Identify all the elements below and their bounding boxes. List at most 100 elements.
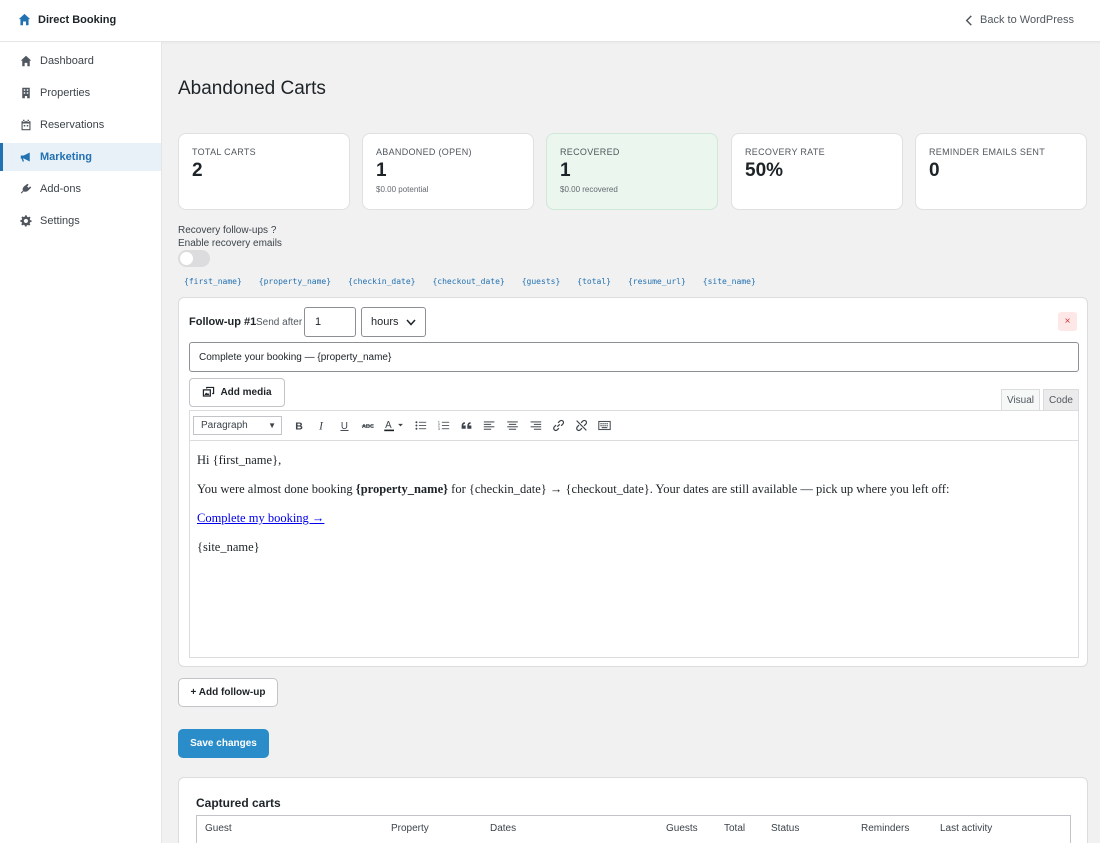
- insert-link-button[interactable]: [547, 415, 570, 437]
- sidebar-item-dashboard[interactable]: Dashboard: [0, 47, 161, 75]
- merge-tag[interactable]: {guests}: [516, 275, 567, 288]
- italic-icon: I: [318, 421, 324, 432]
- home-icon: [18, 13, 31, 26]
- stat-label: ABANDONED (OPEN): [376, 147, 472, 157]
- strikethrough-icon: ABC: [361, 424, 374, 430]
- delay-value-input[interactable]: [304, 307, 356, 337]
- column-header-status[interactable]: Status: [771, 823, 799, 834]
- numbered-list-button[interactable]: 123: [432, 415, 455, 437]
- merge-tag[interactable]: {property_name}: [253, 275, 337, 288]
- merge-tag[interactable]: {checkout_date}: [426, 275, 510, 288]
- add-media-button[interactable]: Add media: [189, 378, 285, 407]
- megaphone-icon: [20, 152, 30, 162]
- save-changes-button[interactable]: Save changes: [178, 729, 269, 758]
- media-icon: [203, 386, 215, 397]
- sidebar-item-add-ons[interactable]: Add-ons: [0, 175, 161, 203]
- plugin-icon: [20, 183, 32, 194]
- captured-carts-title: Captured carts: [196, 796, 281, 810]
- align-center-button[interactable]: [501, 415, 524, 437]
- sidebar-item-label: Add-ons: [40, 183, 81, 195]
- tab-code[interactable]: Code: [1043, 389, 1079, 410]
- bullet-list-icon: [415, 421, 427, 430]
- captured-carts-card: Captured carts Guest Property Dates Gues…: [178, 777, 1088, 843]
- followup-title: Follow-up #1: [189, 316, 257, 328]
- stat-label: RECOVERY RATE: [745, 147, 825, 157]
- bold-icon: B: [295, 421, 303, 432]
- delay-unit-select[interactable]: hours: [361, 307, 426, 337]
- add-media-label: Add media: [220, 387, 272, 398]
- merge-tag[interactable]: {resume_url}: [622, 275, 692, 288]
- chevron-down-icon: [406, 319, 416, 326]
- add-followup-button[interactable]: + Add follow-up: [178, 678, 278, 707]
- email-link-paragraph: Complete my booking →: [197, 511, 1071, 525]
- email-property-tag: {property_name}: [355, 482, 449, 496]
- merge-tag[interactable]: {checkin_date}: [342, 275, 421, 288]
- column-header-guest[interactable]: Guest: [205, 823, 232, 834]
- stat-sub: $0.00 potential: [376, 185, 429, 194]
- remove-link-button[interactable]: [570, 415, 593, 437]
- strikethrough-button[interactable]: ABC: [356, 415, 379, 437]
- text-color-button[interactable]: A: [379, 415, 409, 437]
- column-header-guests[interactable]: Guests: [666, 823, 698, 834]
- merge-tag[interactable]: {first_name}: [178, 275, 248, 288]
- page-title: Abandoned Carts: [178, 78, 326, 99]
- enable-recovery-toggle[interactable]: [178, 250, 210, 267]
- building-icon: [22, 87, 30, 99]
- svg-text:I: I: [318, 421, 324, 432]
- brand[interactable]: Direct Booking: [18, 13, 116, 26]
- column-header-last-activity[interactable]: Last activity: [940, 823, 992, 834]
- email-signoff: {site_name}: [197, 540, 260, 554]
- delay-unit-value: hours: [371, 316, 399, 328]
- sidebar-item-properties[interactable]: Properties: [0, 79, 161, 107]
- italic-button[interactable]: I: [310, 415, 333, 437]
- remove-followup-button[interactable]: ×: [1058, 312, 1077, 331]
- stat-card-total-carts: TOTAL CARTS 2: [178, 133, 350, 210]
- back-to-wordpress-link[interactable]: Back to WordPress: [965, 14, 1074, 26]
- column-header-reminders[interactable]: Reminders: [861, 823, 909, 834]
- captured-carts-table: Guest Property Dates Guests Total Status…: [196, 815, 1071, 843]
- merge-tag[interactable]: {site_name}: [697, 275, 762, 288]
- link-icon: [553, 419, 565, 432]
- sidebar: Dashboard Properties Reservations Market…: [0, 42, 162, 843]
- align-left-icon: [483, 421, 495, 430]
- tab-visual[interactable]: Visual: [1001, 389, 1040, 410]
- stat-label: RECOVERED: [560, 147, 620, 157]
- editor-content[interactable]: Hi {first_name}, You were almost done bo…: [190, 441, 1078, 581]
- column-header-dates[interactable]: Dates: [490, 823, 516, 834]
- subject-input[interactable]: [189, 342, 1079, 372]
- toolbar-toggle-button[interactable]: [593, 415, 616, 437]
- svg-text:A: A: [385, 420, 392, 431]
- underline-icon: U: [340, 421, 349, 432]
- top-bar: Direct Booking Back to WordPress: [0, 0, 1100, 42]
- column-header-property[interactable]: Property: [391, 823, 429, 834]
- align-left-button[interactable]: [478, 415, 501, 437]
- email-greeting: Hi {first_name},: [197, 453, 282, 467]
- home-icon: [20, 55, 32, 67]
- underline-button[interactable]: U: [333, 415, 356, 437]
- blockquote-button[interactable]: [455, 415, 478, 437]
- unlink-icon: [576, 419, 588, 432]
- complete-booking-link[interactable]: Complete my booking →: [197, 511, 324, 525]
- chevron-left-icon: [965, 14, 972, 26]
- enable-recovery-label: Enable recovery emails: [178, 238, 282, 249]
- bold-button[interactable]: B: [287, 415, 310, 437]
- stat-sub: $0.00 recovered: [560, 185, 618, 194]
- stat-value: 0: [929, 160, 940, 181]
- column-header-total[interactable]: Total: [724, 823, 745, 834]
- stat-card-abandoned: ABANDONED (OPEN) 1 $0.00 potential: [362, 133, 534, 210]
- merge-tag[interactable]: {total}: [571, 275, 617, 288]
- sidebar-item-label: Marketing: [40, 151, 92, 163]
- format-select[interactable]: Paragraph ▼: [193, 416, 282, 435]
- sidebar-item-reservations[interactable]: Reservations: [0, 111, 161, 139]
- bullet-list-button[interactable]: [409, 415, 432, 437]
- gear-icon: [20, 215, 32, 227]
- sidebar-item-marketing[interactable]: Marketing: [0, 143, 161, 171]
- send-after-label: Send after: [256, 317, 303, 328]
- align-right-button[interactable]: [524, 415, 547, 437]
- stat-value: 2: [192, 160, 203, 181]
- sidebar-item-settings[interactable]: Settings: [0, 207, 161, 235]
- keyboard-icon: [598, 420, 611, 431]
- stat-label: REMINDER EMAILS SENT: [929, 147, 1046, 157]
- stat-card-reminder-emails: REMINDER EMAILS SENT 0: [915, 133, 1087, 210]
- followups-title: Recovery follow-ups ?: [178, 225, 277, 236]
